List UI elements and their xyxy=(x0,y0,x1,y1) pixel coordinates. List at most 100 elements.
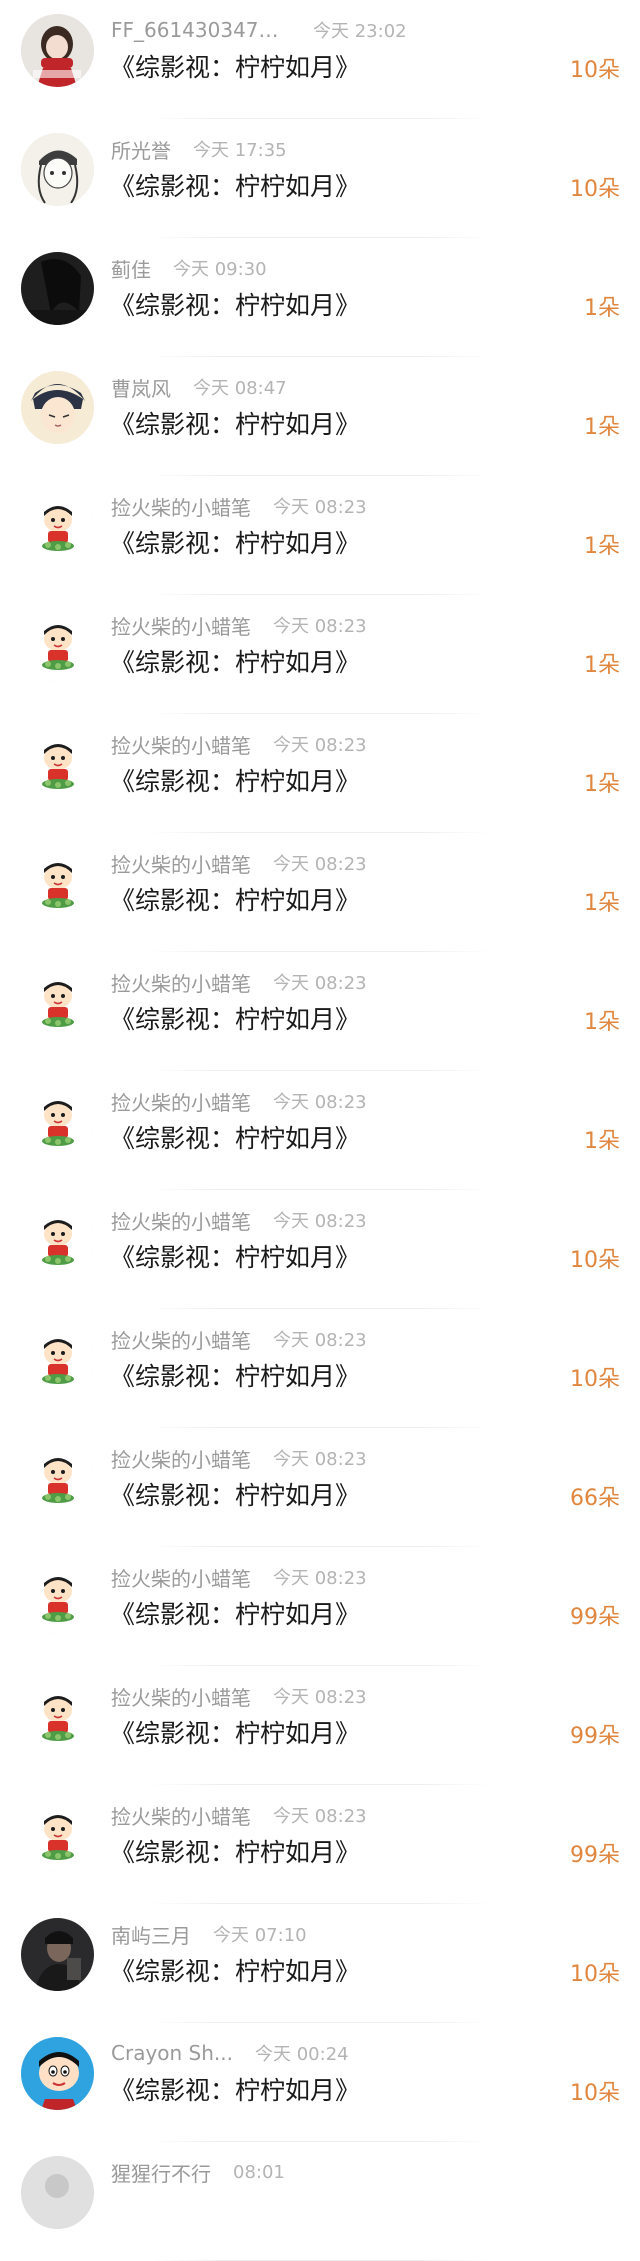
timestamp: 今天 08:23 xyxy=(273,973,367,994)
list-item[interactable]: 捡火柴的小蜡笔 今天 08:23 《综影视：柠柠如月》 99朵 xyxy=(0,1666,640,1785)
list-item[interactable]: 捡火柴的小蜡笔 今天 08:23 《综影视：柠柠如月》 1朵 xyxy=(0,714,640,833)
user-name[interactable]: 捡火柴的小蜡笔 xyxy=(111,730,251,759)
item-meta: 捡火柴的小蜡笔 今天 08:23 xyxy=(111,1324,367,1354)
user-name[interactable]: 捡火柴的小蜡笔 xyxy=(111,1444,251,1473)
list-item[interactable]: 南屿三月 今天 07:10 《综影视：柠柠如月》 10朵 xyxy=(0,1904,640,2023)
book-title[interactable]: 《综影视：柠柠如月》 xyxy=(110,405,360,441)
timestamp: 今天 08:23 xyxy=(273,1449,367,1470)
list-item[interactable]: 捡火柴的小蜡笔 今天 08:23 《综影视：柠柠如月》 1朵 xyxy=(0,952,640,1071)
book-title[interactable]: 《综影视：柠柠如月》 xyxy=(110,524,360,560)
avatar[interactable] xyxy=(21,2037,94,2110)
avatar[interactable] xyxy=(21,966,94,1039)
list-item[interactable]: 所光誉 今天 17:35 《综影视：柠柠如月》 10朵 xyxy=(0,119,640,238)
book-title[interactable]: 《综影视：柠柠如月》 xyxy=(110,1238,360,1274)
list-item[interactable]: 蓟佳 今天 09:30 《综影视：柠柠如月》 1朵 xyxy=(0,238,640,357)
avatar[interactable] xyxy=(21,1680,94,1753)
item-meta: 所光誉 今天 17:35 xyxy=(111,134,287,164)
user-name[interactable]: 捡火柴的小蜡笔 xyxy=(111,1801,251,1830)
avatar-image xyxy=(21,966,94,1039)
book-title[interactable]: 《综影视：柠柠如月》 xyxy=(110,1000,360,1036)
list-item[interactable]: 捡火柴的小蜡笔 今天 08:23 《综影视：柠柠如月》 99朵 xyxy=(0,1785,640,1904)
user-name[interactable]: 捡火柴的小蜡笔 xyxy=(111,492,251,521)
flower-count: 1朵 xyxy=(584,891,620,916)
book-title[interactable]: 《综影视：柠柠如月》 xyxy=(110,1357,360,1393)
user-name[interactable]: 猩猩行不行 xyxy=(111,2158,211,2187)
book-title[interactable]: 《综影视：柠柠如月》 xyxy=(110,2071,360,2107)
avatar[interactable] xyxy=(21,490,94,563)
user-name[interactable]: 捡火柴的小蜡笔 xyxy=(111,1563,251,1592)
avatar-image xyxy=(21,1918,94,1991)
user-name[interactable]: 捡火柴的小蜡笔 xyxy=(111,611,251,640)
book-title[interactable]: 《综影视：柠柠如月》 xyxy=(110,1833,360,1869)
list-item[interactable]: Crayon Sh... 今天 00:24 《综影视：柠柠如月》 10朵 xyxy=(0,2023,640,2142)
book-title[interactable]: 《综影视：柠柠如月》 xyxy=(110,1476,360,1512)
user-name[interactable]: 捡火柴的小蜡笔 xyxy=(111,849,251,878)
avatar-image xyxy=(21,14,94,87)
list-item[interactable]: 捡火柴的小蜡笔 今天 08:23 《综影视：柠柠如月》 1朵 xyxy=(0,595,640,714)
avatar-image xyxy=(21,1799,94,1872)
timestamp: 今天 08:23 xyxy=(273,1211,367,1232)
list-item[interactable]: 捡火柴的小蜡笔 今天 08:23 《综影视：柠柠如月》 10朵 xyxy=(0,1309,640,1428)
book-title[interactable]: 《综影视：柠柠如月》 xyxy=(110,48,360,84)
book-title[interactable]: 《综影视：柠柠如月》 xyxy=(110,1595,360,1631)
user-name[interactable]: 曹岚风 xyxy=(111,373,171,402)
list-item[interactable]: 曹岚风 今天 08:47 《综影视：柠柠如月》 1朵 xyxy=(0,357,640,476)
avatar[interactable] xyxy=(21,1442,94,1515)
book-title[interactable]: 《综影视：柠柠如月》 xyxy=(110,762,360,798)
user-name[interactable]: 捡火柴的小蜡笔 xyxy=(111,1682,251,1711)
user-name[interactable]: 捡火柴的小蜡笔 xyxy=(111,968,251,997)
avatar[interactable] xyxy=(21,728,94,801)
flower-count: 10朵 xyxy=(570,2081,620,2106)
user-name[interactable]: 捡火柴的小蜡笔 xyxy=(111,1087,251,1116)
avatar-image xyxy=(21,371,94,444)
user-name[interactable]: 南屿三月 xyxy=(111,1920,191,1949)
book-title[interactable]: 《综影视：柠柠如月》 xyxy=(110,1714,360,1750)
avatar-image xyxy=(21,1204,94,1277)
avatar[interactable] xyxy=(21,1085,94,1158)
book-title[interactable]: 《综影视：柠柠如月》 xyxy=(110,1119,360,1155)
user-name[interactable]: Crayon Sh... xyxy=(111,2041,233,2065)
avatar-image xyxy=(21,728,94,801)
list-item[interactable]: 捡火柴的小蜡笔 今天 08:23 《综影视：柠柠如月》 66朵 xyxy=(0,1428,640,1547)
list-item[interactable]: FF_66143034754... 今天 23:02 《综影视：柠柠如月》 10朵 xyxy=(0,0,640,119)
timestamp: 08:01 xyxy=(233,2161,285,2183)
book-title[interactable]: 《综影视：柠柠如月》 xyxy=(110,167,360,203)
list-item[interactable]: 捡火柴的小蜡笔 今天 08:23 《综影视：柠柠如月》 99朵 xyxy=(0,1547,640,1666)
avatar[interactable] xyxy=(21,2156,94,2229)
timestamp: 今天 08:23 xyxy=(273,854,367,875)
user-name[interactable]: 蓟佳 xyxy=(111,254,151,283)
book-title[interactable]: 《综影视：柠柠如月》 xyxy=(110,881,360,917)
book-title[interactable]: 《综影视：柠柠如月》 xyxy=(110,286,360,322)
list-item[interactable]: 猩猩行不行 08:01 xyxy=(0,2142,640,2261)
book-title[interactable]: 《综影视：柠柠如月》 xyxy=(110,643,360,679)
avatar[interactable] xyxy=(21,1918,94,1991)
list-item[interactable]: 捡火柴的小蜡笔 今天 08:23 《综影视：柠柠如月》 1朵 xyxy=(0,1071,640,1190)
avatar[interactable] xyxy=(21,1561,94,1634)
avatar[interactable] xyxy=(21,1799,94,1872)
avatar[interactable] xyxy=(21,371,94,444)
book-title[interactable]: 《综影视：柠柠如月》 xyxy=(110,1952,360,1988)
user-name[interactable]: 捡火柴的小蜡笔 xyxy=(111,1206,251,1235)
list-item[interactable]: 捡火柴的小蜡笔 今天 08:23 《综影视：柠柠如月》 10朵 xyxy=(0,1190,640,1309)
user-name[interactable]: 捡火柴的小蜡笔 xyxy=(111,1325,251,1354)
item-meta: FF_66143034754... 今天 23:02 xyxy=(111,15,407,45)
avatar[interactable] xyxy=(21,252,94,325)
timestamp: 今天 08:23 xyxy=(273,1806,367,1827)
avatar[interactable] xyxy=(21,1204,94,1277)
user-name[interactable]: 所光誉 xyxy=(111,135,171,164)
list-item[interactable]: 捡火柴的小蜡笔 今天 08:23 《综影视：柠柠如月》 1朵 xyxy=(0,833,640,952)
item-meta: 猩猩行不行 08:01 xyxy=(111,2157,285,2187)
list-item[interactable]: 捡火柴的小蜡笔 今天 08:23 《综影视：柠柠如月》 1朵 xyxy=(0,476,640,595)
flower-count: 99朵 xyxy=(570,1843,620,1868)
avatar[interactable] xyxy=(21,1323,94,1396)
avatar[interactable] xyxy=(21,14,94,87)
avatar[interactable] xyxy=(21,609,94,682)
flower-count: 1朵 xyxy=(584,772,620,797)
flower-count: 99朵 xyxy=(570,1605,620,1630)
flower-count: 1朵 xyxy=(584,534,620,559)
avatar[interactable] xyxy=(21,133,94,206)
timestamp: 今天 07:10 xyxy=(213,1925,307,1946)
user-name[interactable]: FF_66143034754... xyxy=(111,18,291,42)
avatar-image xyxy=(21,490,94,563)
avatar[interactable] xyxy=(21,847,94,920)
